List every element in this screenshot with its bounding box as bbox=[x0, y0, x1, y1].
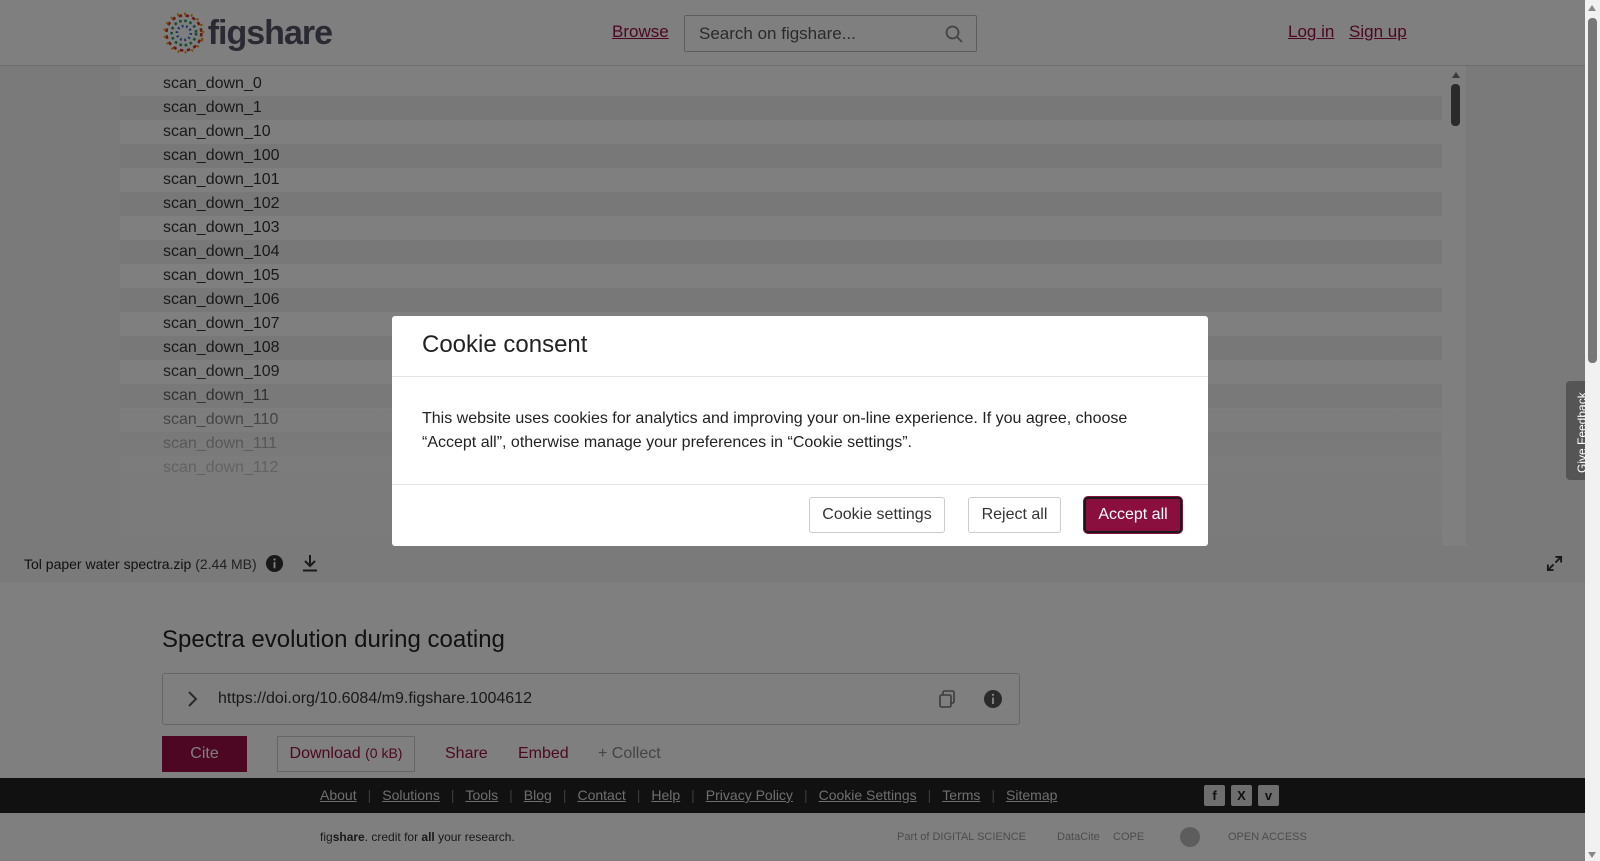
cookie-dialog-header: Cookie consent bbox=[392, 316, 1208, 377]
cookie-dialog-body: This website uses cookies for analytics … bbox=[392, 377, 1208, 485]
cookie-consent-dialog: Cookie consent This website uses cookies… bbox=[392, 316, 1208, 546]
cookie-settings-button[interactable]: Cookie settings bbox=[809, 497, 945, 533]
reject-all-button[interactable]: Reject all bbox=[968, 497, 1061, 533]
cookie-dialog-text: This website uses cookies for analytics … bbox=[422, 410, 1128, 451]
page-scroll-down-icon[interactable] bbox=[1588, 852, 1596, 858]
cookie-dialog-title: Cookie consent bbox=[422, 331, 588, 358]
page-scroll-up-icon[interactable] bbox=[1588, 5, 1596, 11]
page-scrollbar[interactable] bbox=[1585, 0, 1600, 861]
page-scroll-thumb[interactable] bbox=[1588, 18, 1597, 363]
accept-all-button[interactable]: Accept all bbox=[1084, 497, 1182, 533]
cookie-dialog-footer: Cookie settings Reject all Accept all bbox=[392, 485, 1208, 545]
